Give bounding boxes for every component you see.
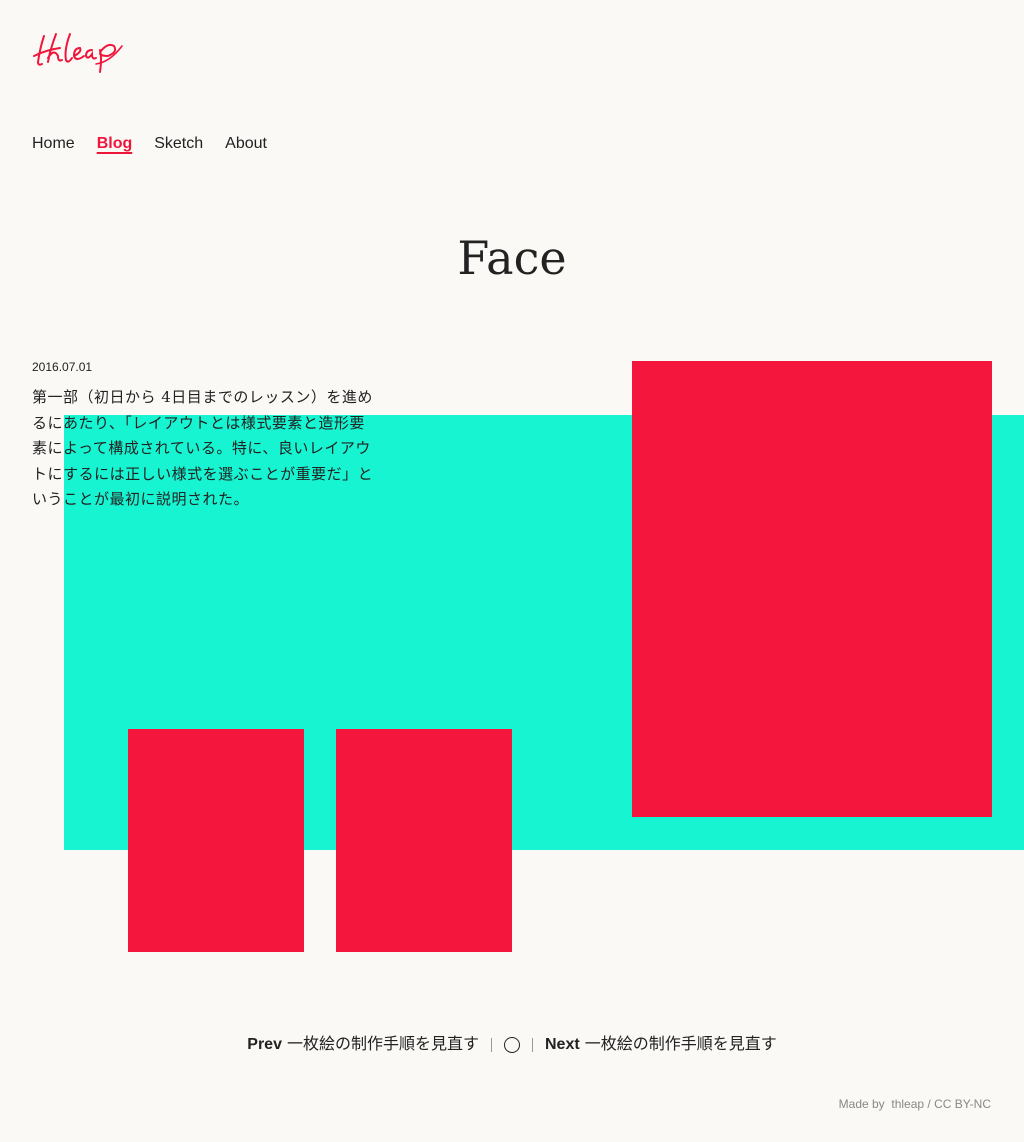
red-large-rectangle — [632, 361, 992, 817]
post-body-line: いうことが最初に説明された。 — [32, 490, 250, 508]
nav-sketch[interactable]: Sketch — [154, 134, 203, 154]
nav-home[interactable]: Home — [32, 134, 75, 154]
post-title: Face — [457, 231, 567, 285]
prev-link[interactable]: Prev 一枚絵の制作手順を見直す — [247, 1035, 479, 1055]
site-footer: Made by thleap / CC BY-NC — [839, 1097, 991, 1111]
pager-divider — [491, 1038, 492, 1052]
footer-separator: / — [927, 1097, 931, 1111]
footer-license-link[interactable]: CC BY-NC — [934, 1097, 991, 1111]
next-title: 一枚絵の制作手順を見直す — [584, 1036, 777, 1053]
footer-author-link[interactable]: thleap — [891, 1097, 924, 1111]
prev-label: Prev — [247, 1036, 282, 1053]
pager-divider — [532, 1038, 533, 1052]
post-body-line: トにするには正しい様式を選ぶことが重要だ」と — [32, 464, 374, 483]
prev-title: 一枚絵の制作手順を見直す — [286, 1036, 479, 1053]
nav-blog[interactable]: Blog — [97, 134, 133, 154]
red-small-rectangle-right — [336, 729, 512, 952]
next-label: Next — [545, 1036, 580, 1053]
post-pager: Prev 一枚絵の制作手順を見直す Next 一枚絵の制作手順を見直す — [0, 1035, 1024, 1055]
post-body: 第一部（初日から 4日目までのレッスン）を進め るにあたり、「レイアウトとは様式… — [32, 385, 388, 513]
thleap-logo[interactable] — [30, 28, 126, 76]
post-body-line: るにあたり、「レイアウトとは様式要素と造形要 — [32, 413, 365, 432]
main-nav: Home Blog Sketch About — [32, 134, 267, 154]
red-small-rectangle-left — [128, 729, 304, 952]
post-date: 2016.07.01 — [32, 360, 93, 374]
next-link[interactable]: Next 一枚絵の制作手順を見直す — [545, 1035, 777, 1055]
circle-icon[interactable] — [504, 1037, 520, 1053]
footer-made-by: Made by — [838, 1097, 885, 1111]
post-body-line: 素によって構成されている。特に、良いレイアウ — [32, 439, 371, 457]
nav-about[interactable]: About — [225, 134, 267, 154]
post-body-line: 第一部（初日から 4日目までのレッスン）を進め — [32, 388, 373, 406]
